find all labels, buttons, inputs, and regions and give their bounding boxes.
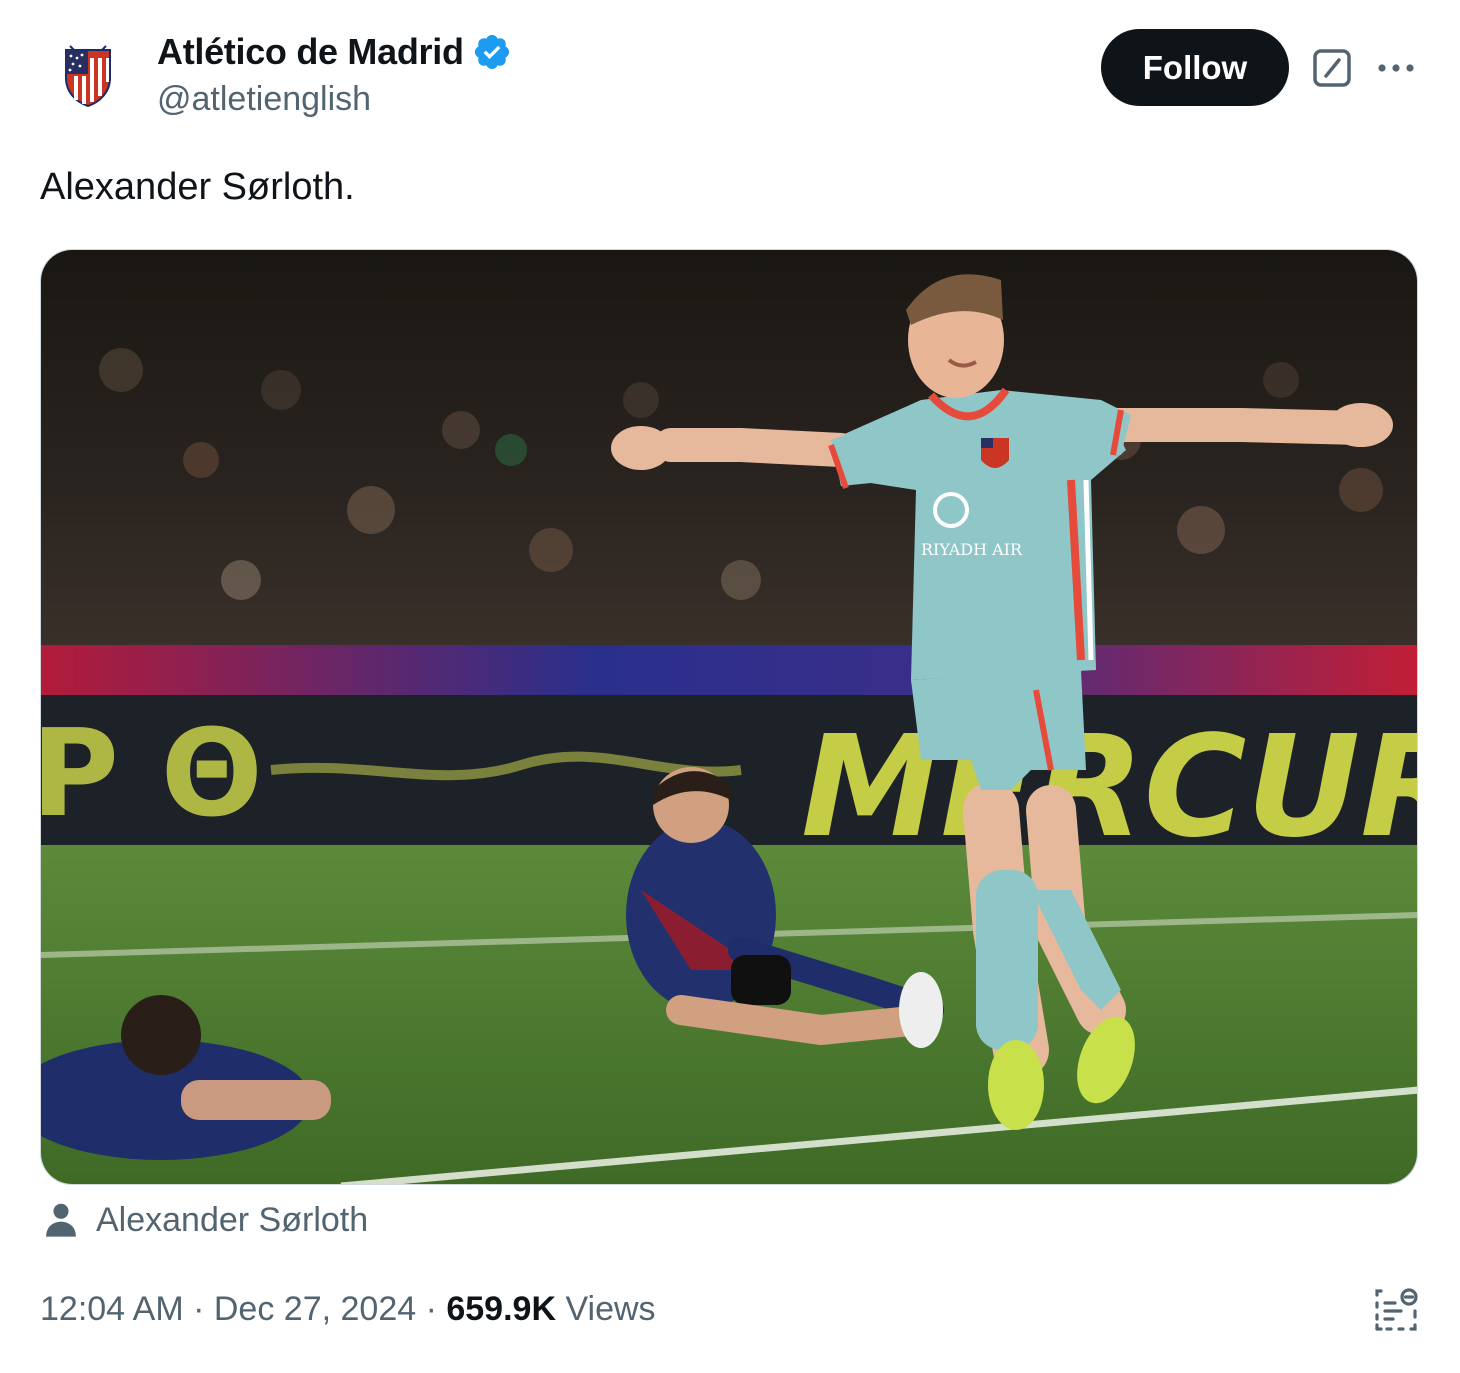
tweet-photo: P Θ MERCUR RIYADH AIR — [41, 250, 1418, 1184]
person-icon — [46, 1203, 76, 1237]
views-label-text: Views — [565, 1289, 656, 1328]
tweet-time[interactable]: 12:04 AM — [40, 1290, 184, 1329]
author-handle[interactable]: @atletienglish — [157, 80, 371, 119]
tweet-text: Alexander Sørloth. — [40, 166, 355, 208]
avatar[interactable] — [40, 28, 136, 124]
analytics-button[interactable] — [1370, 1284, 1422, 1336]
follow-button[interactable]: Follow — [1101, 29, 1289, 106]
more-button[interactable] — [1370, 44, 1422, 92]
svg-text:P Θ: P Θ — [41, 705, 263, 844]
svg-text:RIYADH AIR: RIYADH AIR — [921, 540, 1023, 559]
tagged-person-name: Alexander Sørloth — [96, 1200, 369, 1239]
atletico-crest-icon — [65, 45, 111, 108]
tagged-person[interactable]: Alexander Sørloth — [40, 1197, 368, 1243]
analytics-icon — [1375, 1288, 1418, 1331]
svg-text:MERCUR: MERCUR — [801, 706, 1418, 869]
grok-icon — [1313, 49, 1351, 87]
author-display-name[interactable]: Atlético de Madrid — [157, 31, 464, 73]
grok-button[interactable] — [1308, 44, 1356, 92]
more-icon — [1378, 64, 1414, 72]
tweet-meta: 12:04 AM · Dec 27, 2024 · 659.9K Views — [40, 1286, 656, 1332]
verified-badge-icon[interactable] — [472, 32, 512, 72]
tweet-media-photo[interactable]: P Θ MERCUR RIYADH AIR — [40, 249, 1418, 1185]
meta-separator: · — [416, 1289, 447, 1328]
tweet-date[interactable]: Dec 27, 2024 — [214, 1290, 416, 1329]
meta-separator: · — [183, 1289, 214, 1328]
views-label: Views — [556, 1289, 656, 1329]
views-count: 659.9K — [446, 1289, 556, 1328]
author-name-row: Atlético de Madrid — [157, 30, 512, 74]
